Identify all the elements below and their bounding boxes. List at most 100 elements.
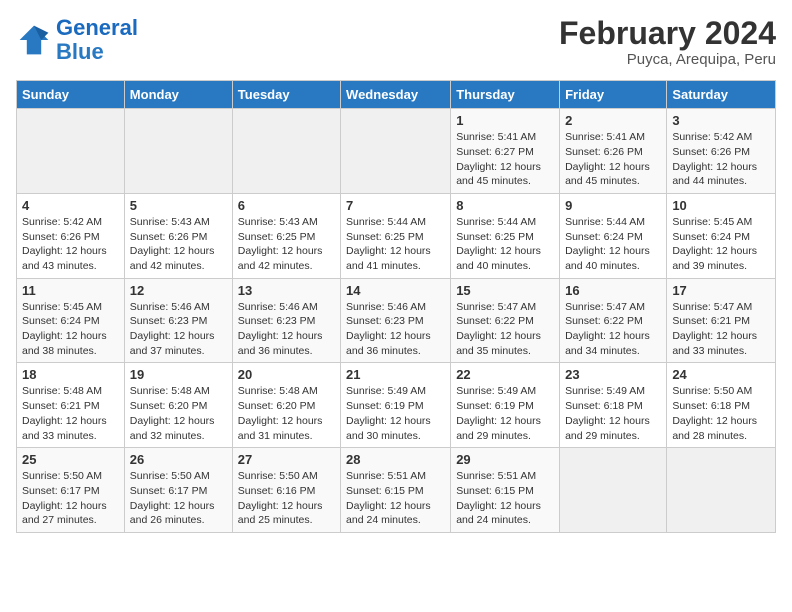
day-number: 11 <box>22 283 119 298</box>
calendar-cell: 7Sunrise: 5:44 AM Sunset: 6:25 PM Daylig… <box>341 193 451 278</box>
calendar-cell: 27Sunrise: 5:50 AM Sunset: 6:16 PM Dayli… <box>232 448 340 533</box>
calendar-cell: 12 Sunrise: 5:46 AM Sunset: 6:23 PM Dayli… <box>124 278 232 363</box>
day-info: Sunrise: 5:50 AM Sunset: 6:18 PM Dayligh… <box>672 384 770 443</box>
calendar-cell: 24 Sunrise: 5:50 AM Sunset: 6:18 PM Dayli… <box>667 363 776 448</box>
day-number: 29 <box>456 452 554 467</box>
day-number: 22 <box>456 367 554 382</box>
day-info: Sunrise: 5:48 AM Sunset: 6:21 PM Dayligh… <box>22 384 119 443</box>
calendar-cell: 13 Sunrise: 5:46 AM Sunset: 6:23 PM Dayli… <box>232 278 340 363</box>
calendar-cell: 3 Sunrise: 5:42 AM Sunset: 6:26 PM Daylig… <box>667 109 776 194</box>
day-info: Sunrise: 5:41 AM Sunset: 6:26 PM Dayligh… <box>565 130 661 189</box>
calendar-cell: 25 Sunrise: 5:50 AM Sunset: 6:17 PM Dayli… <box>17 448 125 533</box>
day-number: 26 <box>130 452 227 467</box>
day-info: Sunrise: 5:49 AM Sunset: 6:18 PM Dayligh… <box>565 384 661 443</box>
calendar-cell: 4Sunrise: 5:42 AM Sunset: 6:26 PM Daylig… <box>17 193 125 278</box>
day-number: 19 <box>130 367 227 382</box>
weekday-header-sunday: Sunday <box>17 81 125 109</box>
weekday-header-monday: Monday <box>124 81 232 109</box>
day-number: 17 <box>672 283 770 298</box>
calendar-cell <box>560 448 667 533</box>
day-info: Sunrise: 5:49 AM Sunset: 6:19 PM Dayligh… <box>456 384 554 443</box>
calendar-cell: 6 Sunrise: 5:43 AM Sunset: 6:25 PM Daylig… <box>232 193 340 278</box>
day-number: 1 <box>456 113 554 128</box>
logo-icon <box>16 22 52 58</box>
day-number: 16 <box>565 283 661 298</box>
day-info: Sunrise: 5:46 AM Sunset: 6:23 PM Dayligh… <box>346 300 445 359</box>
logo-text: General Blue <box>56 16 138 64</box>
day-info: Sunrise: 5:50 AM Sunset: 6:17 PM Dayligh… <box>130 469 227 528</box>
day-info: Sunrise: 5:44 AM Sunset: 6:25 PM Dayligh… <box>346 215 445 274</box>
day-number: 14 <box>346 283 445 298</box>
day-number: 12 <box>130 283 227 298</box>
calendar-table: SundayMondayTuesdayWednesdayThursdayFrid… <box>16 80 776 533</box>
weekday-header-friday: Friday <box>560 81 667 109</box>
day-info: Sunrise: 5:48 AM Sunset: 6:20 PM Dayligh… <box>130 384 227 443</box>
day-info: Sunrise: 5:50 AM Sunset: 6:17 PM Dayligh… <box>22 469 119 528</box>
calendar-cell: 28 Sunrise: 5:51 AM Sunset: 6:15 PM Dayli… <box>341 448 451 533</box>
day-info: Sunrise: 5:46 AM Sunset: 6:23 PM Dayligh… <box>130 300 227 359</box>
calendar-cell: 22 Sunrise: 5:49 AM Sunset: 6:19 PM Dayli… <box>451 363 560 448</box>
week-row-2: 4Sunrise: 5:42 AM Sunset: 6:26 PM Daylig… <box>17 193 776 278</box>
weekday-header-thursday: Thursday <box>451 81 560 109</box>
weekday-header-saturday: Saturday <box>667 81 776 109</box>
week-row-1: 1 Sunrise: 5:41 AM Sunset: 6:27 PM Daylig… <box>17 109 776 194</box>
day-info: Sunrise: 5:41 AM Sunset: 6:27 PM Dayligh… <box>456 130 554 189</box>
day-number: 25 <box>22 452 119 467</box>
day-number: 21 <box>346 367 445 382</box>
calendar-title: February 2024 <box>559 16 776 51</box>
day-number: 3 <box>672 113 770 128</box>
calendar-cell: 2Sunrise: 5:41 AM Sunset: 6:26 PM Daylig… <box>560 109 667 194</box>
day-info: Sunrise: 5:44 AM Sunset: 6:25 PM Dayligh… <box>456 215 554 274</box>
day-info: Sunrise: 5:45 AM Sunset: 6:24 PM Dayligh… <box>672 215 770 274</box>
day-number: 9 <box>565 198 661 213</box>
day-number: 15 <box>456 283 554 298</box>
day-info: Sunrise: 5:47 AM Sunset: 6:22 PM Dayligh… <box>456 300 554 359</box>
day-number: 4 <box>22 198 119 213</box>
calendar-cell: 26 Sunrise: 5:50 AM Sunset: 6:17 PM Dayli… <box>124 448 232 533</box>
calendar-body: 1 Sunrise: 5:41 AM Sunset: 6:27 PM Daylig… <box>17 109 776 533</box>
calendar-cell: 15 Sunrise: 5:47 AM Sunset: 6:22 PM Dayli… <box>451 278 560 363</box>
calendar-cell: 16 Sunrise: 5:47 AM Sunset: 6:22 PM Dayli… <box>560 278 667 363</box>
weekday-header-wednesday: Wednesday <box>341 81 451 109</box>
logo: General Blue <box>16 16 138 64</box>
day-info: Sunrise: 5:43 AM Sunset: 6:26 PM Dayligh… <box>130 215 227 274</box>
day-number: 13 <box>238 283 335 298</box>
calendar-cell: 17 Sunrise: 5:47 AM Sunset: 6:21 PM Dayli… <box>667 278 776 363</box>
day-info: Sunrise: 5:44 AM Sunset: 6:24 PM Dayligh… <box>565 215 661 274</box>
calendar-subtitle: Puyca, Arequipa, Peru <box>559 51 776 68</box>
weekday-header-tuesday: Tuesday <box>232 81 340 109</box>
day-number: 28 <box>346 452 445 467</box>
day-info: Sunrise: 5:47 AM Sunset: 6:21 PM Dayligh… <box>672 300 770 359</box>
day-number: 8 <box>456 198 554 213</box>
calendar-cell: 23 Sunrise: 5:49 AM Sunset: 6:18 PM Dayli… <box>560 363 667 448</box>
day-number: 10 <box>672 198 770 213</box>
day-info: Sunrise: 5:48 AM Sunset: 6:20 PM Dayligh… <box>238 384 335 443</box>
calendar-cell <box>124 109 232 194</box>
day-info: Sunrise: 5:46 AM Sunset: 6:23 PM Dayligh… <box>238 300 335 359</box>
day-number: 5 <box>130 198 227 213</box>
day-info: Sunrise: 5:43 AM Sunset: 6:25 PM Dayligh… <box>238 215 335 274</box>
day-number: 20 <box>238 367 335 382</box>
day-number: 18 <box>22 367 119 382</box>
day-info: Sunrise: 5:51 AM Sunset: 6:15 PM Dayligh… <box>346 469 445 528</box>
day-info: Sunrise: 5:50 AM Sunset: 6:16 PM Dayligh… <box>238 469 335 528</box>
calendar-cell <box>17 109 125 194</box>
calendar-cell: 14 Sunrise: 5:46 AM Sunset: 6:23 PM Dayli… <box>341 278 451 363</box>
calendar-cell: 18 Sunrise: 5:48 AM Sunset: 6:21 PM Dayli… <box>17 363 125 448</box>
day-info: Sunrise: 5:45 AM Sunset: 6:24 PM Dayligh… <box>22 300 119 359</box>
calendar-cell: 29Sunrise: 5:51 AM Sunset: 6:15 PM Dayli… <box>451 448 560 533</box>
day-number: 23 <box>565 367 661 382</box>
day-info: Sunrise: 5:42 AM Sunset: 6:26 PM Dayligh… <box>672 130 770 189</box>
week-row-3: 11 Sunrise: 5:45 AM Sunset: 6:24 PM Dayli… <box>17 278 776 363</box>
calendar-cell: 21Sunrise: 5:49 AM Sunset: 6:19 PM Dayli… <box>341 363 451 448</box>
day-number: 24 <box>672 367 770 382</box>
day-info: Sunrise: 5:47 AM Sunset: 6:22 PM Dayligh… <box>565 300 661 359</box>
day-number: 6 <box>238 198 335 213</box>
calendar-cell: 8 Sunrise: 5:44 AM Sunset: 6:25 PM Daylig… <box>451 193 560 278</box>
calendar-cell: 20 Sunrise: 5:48 AM Sunset: 6:20 PM Dayli… <box>232 363 340 448</box>
week-row-4: 18 Sunrise: 5:48 AM Sunset: 6:21 PM Dayli… <box>17 363 776 448</box>
calendar-cell <box>232 109 340 194</box>
calendar-cell: 1 Sunrise: 5:41 AM Sunset: 6:27 PM Daylig… <box>451 109 560 194</box>
title-block: February 2024 Puyca, Arequipa, Peru <box>559 16 776 68</box>
calendar-cell: 10 Sunrise: 5:45 AM Sunset: 6:24 PM Dayli… <box>667 193 776 278</box>
